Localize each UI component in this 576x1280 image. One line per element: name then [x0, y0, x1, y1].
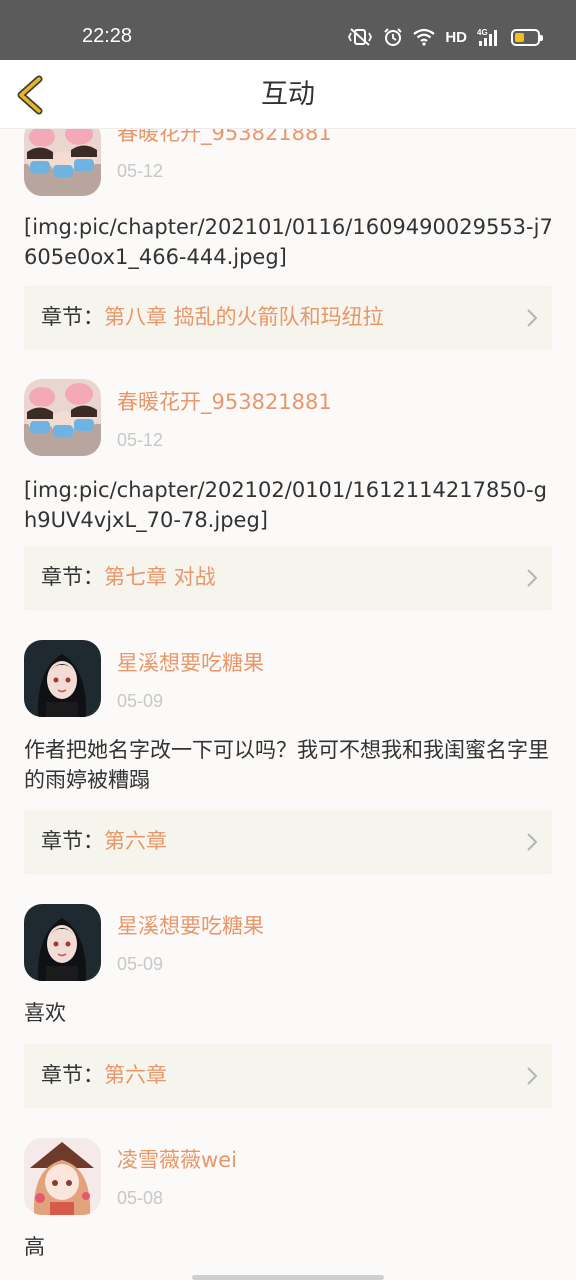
svg-text:4G: 4G: [477, 28, 488, 37]
chevron-right-icon: [527, 309, 538, 327]
chapter-label: 章节：第七章 对战: [41, 562, 216, 592]
avatar[interactable]: [24, 379, 101, 456]
chapter-prefix: 章节：: [41, 305, 104, 329]
chapter-prefix: 章节：: [41, 829, 104, 853]
chapter-link[interactable]: 章节：第六章: [24, 810, 552, 874]
comment-date: 05-09: [117, 954, 164, 974]
chapter-label: 章节：第八章 捣乱的火箭队和玛纽拉: [41, 302, 384, 332]
comment-feed[interactable]: 春暖花开_953821881 05-12 [img:pic/chapter/20…: [0, 129, 576, 1280]
comment-text: [img:pic/chapter/202102/0101/16121142178…: [24, 478, 547, 532]
comment-text: 喜欢: [24, 1001, 66, 1025]
avatar[interactable]: [24, 129, 101, 196]
comment-text: [img:pic/chapter/202101/0116/16094900295…: [24, 215, 553, 269]
wifi-icon: [413, 28, 436, 46]
chapter-name: 第八章 捣乱的火箭队和玛纽拉: [104, 305, 384, 329]
chapter-link[interactable]: 章节：第六章: [24, 1044, 552, 1108]
username[interactable]: 星溪想要吃糖果: [117, 912, 264, 940]
home-indicator: [192, 1275, 384, 1280]
status-time: 22:28: [82, 25, 133, 47]
username[interactable]: 春暖花开_953821881: [117, 388, 332, 416]
chapter-name: 第六章: [104, 829, 167, 853]
chevron-right-icon: [527, 1067, 538, 1085]
signal-icon: 4G: [477, 27, 501, 47]
username[interactable]: 星溪想要吃糖果: [117, 649, 264, 677]
status-icons: HD 4G: [347, 24, 543, 50]
network-type-label: HD: [445, 28, 467, 46]
chevron-right-icon: [527, 833, 538, 851]
comment-text: 高: [24, 1235, 45, 1259]
avatar[interactable]: [24, 1138, 101, 1215]
chapter-prefix: 章节：: [41, 565, 104, 589]
battery-icon: [511, 28, 543, 46]
app-header: 互动: [0, 60, 576, 129]
chapter-prefix: 章节：: [41, 1063, 104, 1087]
username[interactable]: 春暖花开_953821881: [117, 129, 332, 147]
comment-date: 05-08: [117, 1188, 164, 1208]
chapter-label: 章节：第六章: [41, 1060, 167, 1090]
page-title: 互动: [261, 79, 315, 110]
chapter-link[interactable]: 章节：第七章 对战: [24, 546, 552, 610]
chapter-label: 章节：第六章: [41, 826, 167, 856]
chapter-name: 第七章 对战: [104, 565, 216, 589]
chapter-link[interactable]: 章节：第八章 捣乱的火箭队和玛纽拉: [24, 286, 552, 350]
comment-date: 05-12: [117, 161, 164, 181]
username[interactable]: 凌雪薇薇wei: [117, 1146, 237, 1174]
avatar[interactable]: [24, 904, 101, 981]
avatar[interactable]: [24, 640, 101, 717]
chapter-name: 第六章: [104, 1063, 167, 1087]
comment-date: 05-12: [117, 430, 164, 450]
vibrate-off-icon: [347, 27, 373, 47]
comment-date: 05-09: [117, 691, 164, 711]
alarm-icon: [383, 27, 403, 47]
chevron-right-icon: [527, 569, 538, 587]
status-bar: 22:28 HD 4G: [0, 0, 576, 60]
comment-text: 作者把她名字改一下可以吗？我可不想我和我闺蜜名字里的雨婷被糟蹋: [24, 738, 549, 792]
